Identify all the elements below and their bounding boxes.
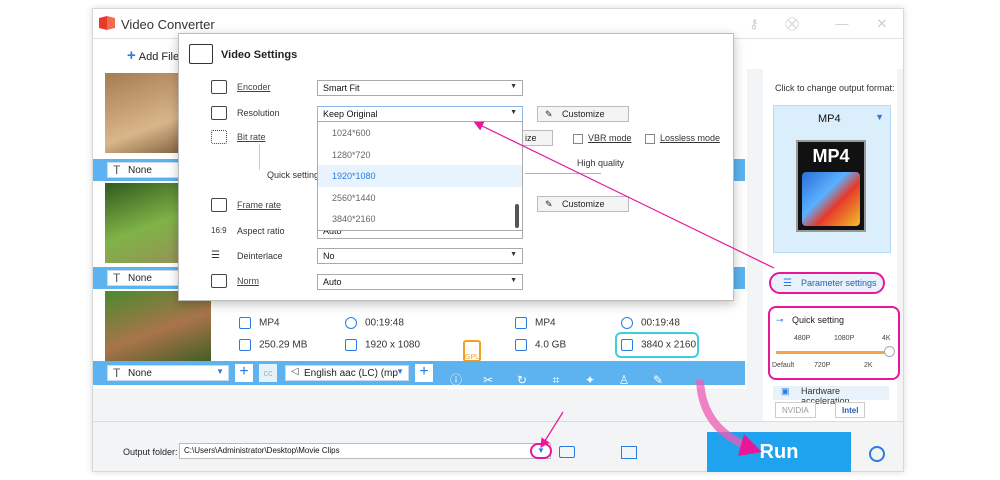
annotation-overlay (473, 121, 775, 456)
run-arrow-head (738, 434, 762, 456)
annotation-arrow (473, 121, 775, 269)
annotation-arrow (540, 411, 564, 449)
